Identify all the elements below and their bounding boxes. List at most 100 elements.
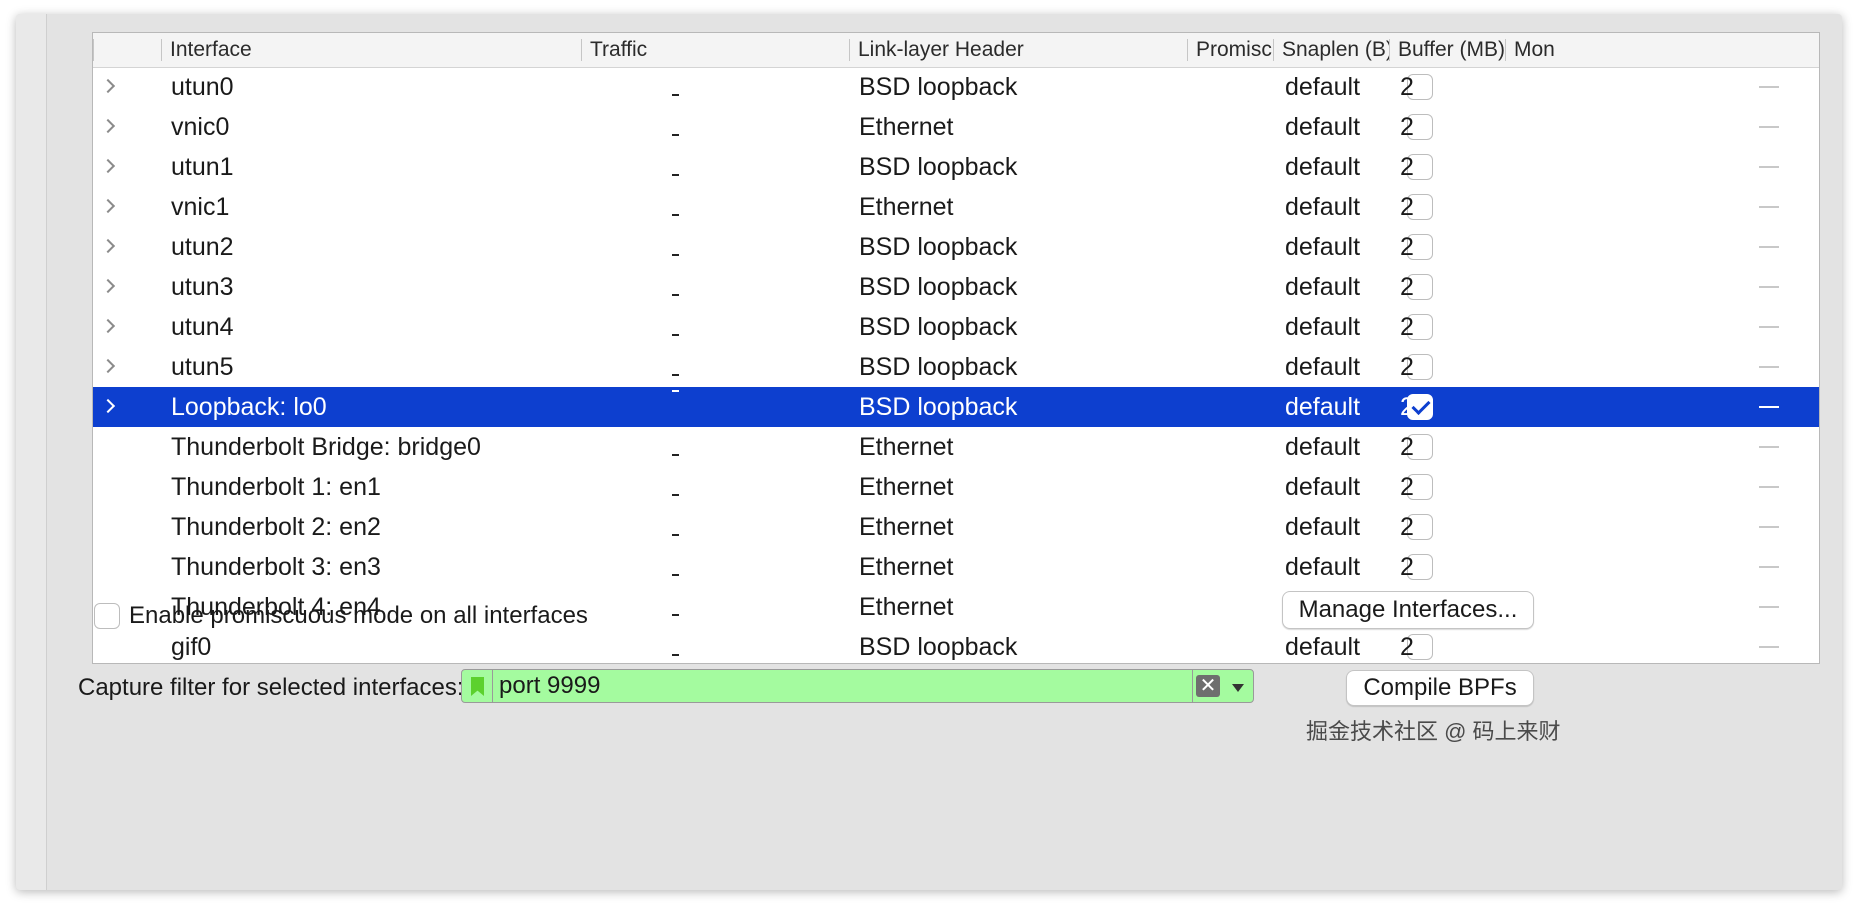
buffer-value[interactable]: 2	[1400, 387, 1414, 427]
header-buffer[interactable]: Buffer (MB)	[1389, 33, 1505, 67]
interfaces-table[interactable]: Interface Traffic Link-layer Header Prom…	[92, 32, 1820, 664]
table-row[interactable]: Thunderbolt 2: en2 Ethernet default 2	[93, 507, 1819, 547]
header-interface[interactable]: Interface	[161, 33, 581, 67]
table-row[interactable]: gif0 BSD loopback default 2	[93, 627, 1819, 663]
buffer-value[interactable]: 2	[1400, 107, 1414, 147]
traffic-sparkline	[672, 587, 686, 627]
capture-filter-label: Capture filter for selected interfaces:	[78, 674, 464, 701]
table-row[interactable]: Thunderbolt 3: en3 Ethernet default 2	[93, 547, 1819, 587]
table-row[interactable]: utun5 BSD loopback default 2	[93, 347, 1819, 387]
table-row[interactable]: vnic1 Ethernet default 2	[93, 187, 1819, 227]
buffer-value[interactable]: 2	[1400, 627, 1414, 663]
traffic-sparkline	[672, 467, 686, 507]
chevron-right-icon[interactable]	[103, 67, 117, 107]
link-layer-header[interactable]: Ethernet	[859, 467, 954, 507]
clear-x-icon[interactable]: ✕	[1196, 675, 1220, 697]
table-row[interactable]: utun1 BSD loopback default 2	[93, 147, 1819, 187]
table-row[interactable]: utun4 BSD loopback default 2	[93, 307, 1819, 347]
link-layer-header[interactable]: BSD loopback	[859, 227, 1017, 267]
table-row[interactable]: utun0 BSD loopback default 2	[93, 67, 1819, 107]
header-monitor[interactable]: Mon	[1505, 33, 1819, 67]
monitor-mode-dash	[1759, 566, 1779, 568]
link-layer-header[interactable]: BSD loopback	[859, 627, 1017, 663]
bookmark-icon[interactable]	[462, 670, 493, 702]
buffer-value[interactable]: 2	[1400, 67, 1414, 107]
chevron-right-icon[interactable]	[103, 227, 117, 267]
link-layer-header[interactable]: Ethernet	[859, 507, 954, 547]
link-layer-header[interactable]: BSD loopback	[859, 387, 1017, 427]
buffer-value[interactable]: 2	[1400, 307, 1414, 347]
promisc-all-checkbox[interactable]	[94, 603, 120, 629]
link-layer-header[interactable]: BSD loopback	[859, 307, 1017, 347]
monitor-mode-dash	[1759, 406, 1779, 408]
buffer-value[interactable]: 2	[1400, 227, 1414, 267]
snaplen-value[interactable]: default	[1285, 187, 1360, 227]
dropdown-separator	[1192, 670, 1193, 702]
link-layer-header[interactable]: BSD loopback	[859, 267, 1017, 307]
traffic-sparkline	[672, 547, 686, 587]
traffic-sparkline	[672, 347, 686, 387]
snaplen-value[interactable]: default	[1285, 147, 1360, 187]
chevron-right-icon[interactable]	[103, 187, 117, 227]
link-layer-header[interactable]: Ethernet	[859, 427, 954, 467]
promisc-all-label[interactable]: Enable promiscuous mode on all interface…	[129, 600, 588, 632]
chevron-right-icon[interactable]	[103, 387, 117, 427]
snaplen-value[interactable]: default	[1285, 347, 1360, 387]
watermark-text: 掘金技术社区 @ 码上来财	[1306, 719, 1561, 744]
capture-filter-value[interactable]: port 9999	[499, 670, 600, 702]
manage-interfaces-button[interactable]: Manage Interfaces...	[1282, 591, 1534, 629]
snaplen-value[interactable]: default	[1285, 267, 1360, 307]
snaplen-value[interactable]: default	[1285, 67, 1360, 107]
header-snaplen[interactable]: Snaplen (B)	[1273, 33, 1389, 67]
buffer-value[interactable]: 2	[1400, 187, 1414, 227]
capture-filter-field[interactable]: port 9999 ✕	[461, 669, 1254, 703]
buffer-value[interactable]: 2	[1400, 547, 1414, 587]
snaplen-value[interactable]: default	[1285, 507, 1360, 547]
link-layer-header[interactable]: Ethernet	[859, 547, 954, 587]
traffic-sparkline	[672, 147, 686, 187]
link-layer-header[interactable]: Ethernet	[859, 107, 954, 147]
snaplen-value[interactable]: default	[1285, 467, 1360, 507]
chevron-right-icon[interactable]	[103, 347, 117, 387]
monitor-mode-dash	[1759, 486, 1779, 488]
table-row[interactable]: utun3 BSD loopback default 2	[93, 267, 1819, 307]
chevron-right-icon[interactable]	[103, 107, 117, 147]
buffer-value[interactable]: 2	[1400, 267, 1414, 307]
snaplen-value[interactable]: default	[1285, 547, 1360, 587]
monitor-mode-dash	[1759, 326, 1779, 328]
buffer-value[interactable]: 2	[1400, 427, 1414, 467]
buffer-value[interactable]: 2	[1400, 147, 1414, 187]
chevron-right-icon[interactable]	[103, 147, 117, 187]
compile-bpfs-button[interactable]: Compile BPFs	[1346, 670, 1534, 706]
traffic-sparkline	[672, 187, 686, 227]
interface-name: Thunderbolt 3: en3	[171, 553, 381, 581]
buffer-value[interactable]: 2	[1400, 467, 1414, 507]
snaplen-value[interactable]: default	[1285, 227, 1360, 267]
chevron-down-icon[interactable]	[1232, 684, 1244, 692]
link-layer-header[interactable]: BSD loopback	[859, 147, 1017, 187]
monitor-mode-dash	[1759, 126, 1779, 128]
link-layer-header[interactable]: Ethernet	[859, 587, 954, 627]
snaplen-value[interactable]: default	[1285, 387, 1360, 427]
traffic-sparkline	[672, 267, 686, 307]
table-row[interactable]: utun2 BSD loopback default 2	[93, 227, 1819, 267]
header-link-layer[interactable]: Link-layer Header	[849, 33, 1187, 67]
chevron-right-icon[interactable]	[103, 267, 117, 307]
table-row[interactable]: Thunderbolt Bridge: bridge0 Ethernet defau…	[93, 427, 1819, 467]
table-row[interactable]: Loopback: lo0 BSD loopback default 2	[93, 387, 1819, 427]
table-row[interactable]: vnic0 Ethernet default 2	[93, 107, 1819, 147]
header-promisc[interactable]: Promiscu	[1187, 33, 1273, 67]
link-layer-header[interactable]: Ethernet	[859, 187, 954, 227]
header-traffic[interactable]: Traffic	[581, 33, 849, 67]
snaplen-value[interactable]: default	[1285, 307, 1360, 347]
snaplen-value[interactable]: default	[1285, 427, 1360, 467]
buffer-value[interactable]: 2	[1400, 507, 1414, 547]
link-layer-header[interactable]: BSD loopback	[859, 67, 1017, 107]
snaplen-value[interactable]: default	[1285, 627, 1360, 663]
link-layer-header[interactable]: BSD loopback	[859, 347, 1017, 387]
chevron-right-icon[interactable]	[103, 307, 117, 347]
buffer-value[interactable]: 2	[1400, 347, 1414, 387]
table-row[interactable]: Thunderbolt 1: en1 Ethernet default 2	[93, 467, 1819, 507]
snaplen-value[interactable]: default	[1285, 107, 1360, 147]
table-body: utun0 BSD loopback default 2 vnic0 Ethernet de…	[93, 67, 1819, 663]
